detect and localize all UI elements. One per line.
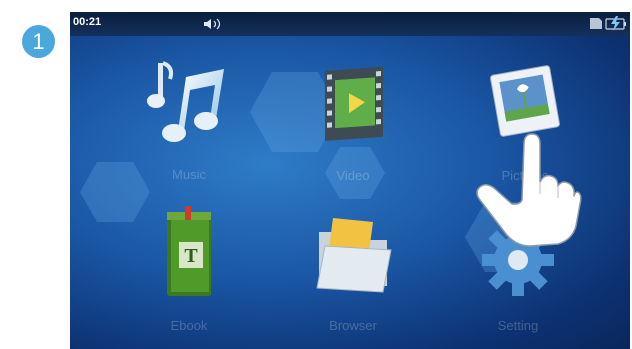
- step-number-badge: 1: [22, 25, 55, 58]
- menu-item-browser[interactable]: Browser: [293, 212, 413, 347]
- menu-item-label: Video: [336, 168, 370, 183]
- book-icon: T: [167, 206, 211, 296]
- menu-item-video[interactable]: Video: [293, 60, 413, 195]
- memory-card-icon: [590, 18, 602, 29]
- menu-item-label: Setting: [497, 318, 539, 333]
- folder-icon: [316, 218, 392, 293]
- menu-item-label: Browser: [329, 318, 377, 333]
- pointing-hand-icon: [476, 133, 582, 247]
- speaker-icon: [204, 18, 221, 30]
- menu-item-ebook[interactable]: T Ebook: [129, 202, 249, 337]
- svg-text:T: T: [184, 245, 198, 267]
- device-screen: 00:21 Music Video T Ebook Browser Settin…: [70, 12, 630, 349]
- clock: 00:21: [73, 16, 102, 28]
- battery-charging-icon: [605, 16, 626, 31]
- menu-item-music[interactable]: Music: [129, 57, 249, 192]
- menu-item-label: Music: [172, 167, 206, 182]
- music-notes-icon: [147, 61, 224, 142]
- menu-item-label: Ebook: [170, 318, 208, 333]
- film-strip-icon: [325, 66, 383, 141]
- status-bar: 00:21: [70, 12, 630, 36]
